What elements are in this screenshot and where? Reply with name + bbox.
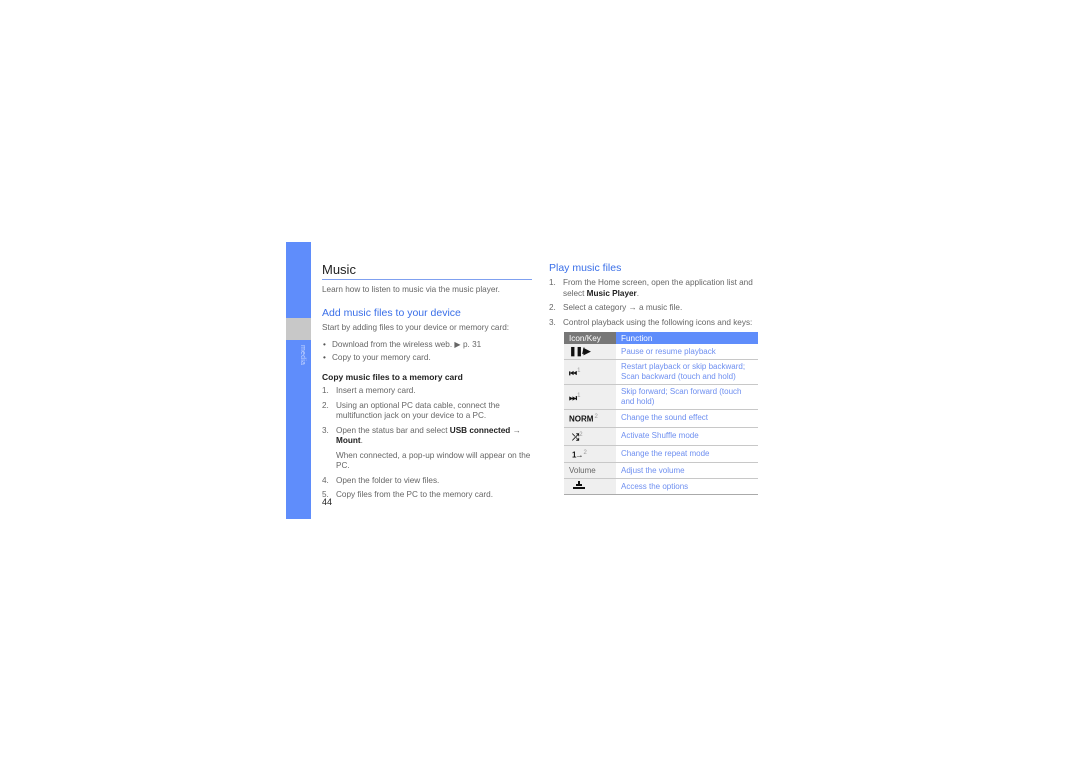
sound-effect-icon: NORM2: [569, 414, 598, 424]
step-text: .: [360, 436, 363, 445]
step-item: 4. Open the folder to view files.: [322, 476, 532, 487]
volume-key-label: Volume: [569, 465, 596, 475]
step-text: Open the status bar and select: [336, 425, 450, 435]
step-item: 1. Insert a memory card.: [322, 386, 532, 397]
skip-forward-icon: ⏭1: [569, 392, 581, 403]
step-item: 3. Open the status bar and select USB con…: [322, 426, 532, 472]
table-row: ⏮1 Restart playback or skip backward; Sc…: [564, 359, 758, 385]
step-number: 2.: [549, 303, 556, 312]
step-text: Select a category → a music file.: [563, 303, 683, 312]
section-tab-marker: [286, 318, 311, 340]
footnote-mark: 2: [594, 414, 598, 420]
skip-backward-icon: ⏮1: [569, 367, 581, 378]
options-icon: [569, 481, 585, 491]
menu-path-mount: Mount: [336, 436, 361, 445]
page-number: 44: [322, 497, 333, 507]
repeat-mode-icon: 1→2: [572, 449, 587, 460]
pause-play-icon: ❚❚/▶: [569, 346, 590, 356]
page-title: Music: [322, 262, 532, 280]
playback-keys-table: Icon/Key Function ❚❚/▶ Pause or resume p…: [564, 332, 758, 496]
play-files-steps: 1. From the Home screen, open the applica…: [549, 278, 761, 328]
step-text: Open the folder to view files.: [336, 475, 440, 485]
step-text: Using an optional PC data cable, connect…: [336, 400, 500, 421]
function-text: Pause or resume playback: [616, 344, 758, 360]
bullet-item: • Download from the wireless web. ▶ p. 31: [322, 338, 532, 351]
step-number: 3.: [549, 317, 556, 327]
menu-path-usb-connected: USB connected: [449, 425, 511, 435]
add-files-intro: Start by adding files to your device or …: [322, 323, 510, 332]
copy-files-steps: 1. Insert a memory card. 2. Using an optio…: [322, 386, 532, 501]
step-number: 1.: [322, 386, 329, 395]
function-text: Activate Shuffle mode: [616, 427, 758, 446]
bullet-item: • Copy to your memory card.: [322, 351, 532, 364]
table-header-row: Icon/Key Function: [564, 332, 758, 344]
step-item: 5. Copy files from the PC to the memory c…: [322, 490, 532, 501]
footnote-mark: 2: [579, 431, 583, 438]
step-number: 3.: [322, 425, 329, 435]
right-column: Play music files 1. From the Home screen,…: [549, 262, 761, 496]
menu-path-music-player: Music Player: [586, 288, 637, 298]
step-text: Insert a memory card.: [336, 386, 416, 395]
table-row: ⤮2 Activate Shuffle mode: [564, 427, 758, 446]
add-files-heading: Add music files to your device: [322, 307, 461, 319]
table-row: ⏭1 Skip forward; Scan forward (touch and…: [564, 384, 758, 410]
step-note: When connected, a pop-up window will app…: [336, 450, 531, 471]
function-text: Change the repeat mode: [616, 445, 758, 464]
step-text: Control playback using the following ico…: [563, 317, 753, 327]
function-text: Restart playback or skip backward; Scan …: [616, 359, 758, 385]
step-number: 4.: [322, 475, 329, 485]
arrow-icon: →: [510, 425, 521, 435]
bullet-dot: •: [323, 353, 326, 362]
function-text: Change the sound effect: [616, 409, 758, 428]
step-item: 2. Select a category → a music file.: [549, 303, 761, 314]
step-number: 1.: [549, 278, 556, 287]
copy-files-subheading: Copy music files to a memory card: [322, 372, 463, 382]
function-text: Skip forward; Scan forward (touch and ho…: [616, 384, 758, 410]
section-label: media: [299, 345, 306, 366]
function-text: Access the options: [616, 478, 758, 496]
bullet-text: Copy to your memory card.: [332, 353, 431, 362]
table-row: Access the options: [564, 478, 758, 496]
add-files-bullets: • Download from the wireless web. ▶ p. 31…: [322, 338, 532, 364]
table-row: NORM2 Change the sound effect: [564, 409, 758, 428]
step-text: Copy files from the PC to the memory car…: [336, 490, 493, 499]
footnote-mark: 1: [577, 392, 581, 399]
step-item: 2. Using an optional PC data cable, conne…: [322, 401, 532, 422]
step-item: 3. Control playback using the following i…: [549, 318, 761, 329]
section-sidebar: media: [286, 242, 311, 519]
table-row: ❚❚/▶ Pause or resume playback: [564, 344, 758, 360]
column-header-function: Function: [616, 332, 758, 344]
table-row: Volume Adjust the volume: [564, 462, 758, 480]
shuffle-icon: ⤮2: [572, 431, 583, 442]
step-text: .: [636, 288, 640, 298]
table-row: 1→2 Change the repeat mode: [564, 445, 758, 464]
page-intro: Learn how to listen to music via the mus…: [322, 285, 500, 294]
step-item: 1. From the Home screen, open the applica…: [549, 278, 761, 299]
bullet-dot: •: [323, 340, 326, 349]
column-header-icon-key: Icon/Key: [564, 332, 616, 344]
footnote-mark: 2: [583, 449, 587, 456]
function-text: Adjust the volume: [616, 462, 758, 480]
step-number: 2.: [322, 400, 329, 410]
left-column: Music Learn how to listen to music via t…: [322, 262, 532, 501]
play-files-heading: Play music files: [549, 262, 622, 274]
bullet-text: Download from the wireless web. ▶ p. 31: [332, 340, 482, 349]
footnote-mark: 1: [577, 367, 581, 374]
